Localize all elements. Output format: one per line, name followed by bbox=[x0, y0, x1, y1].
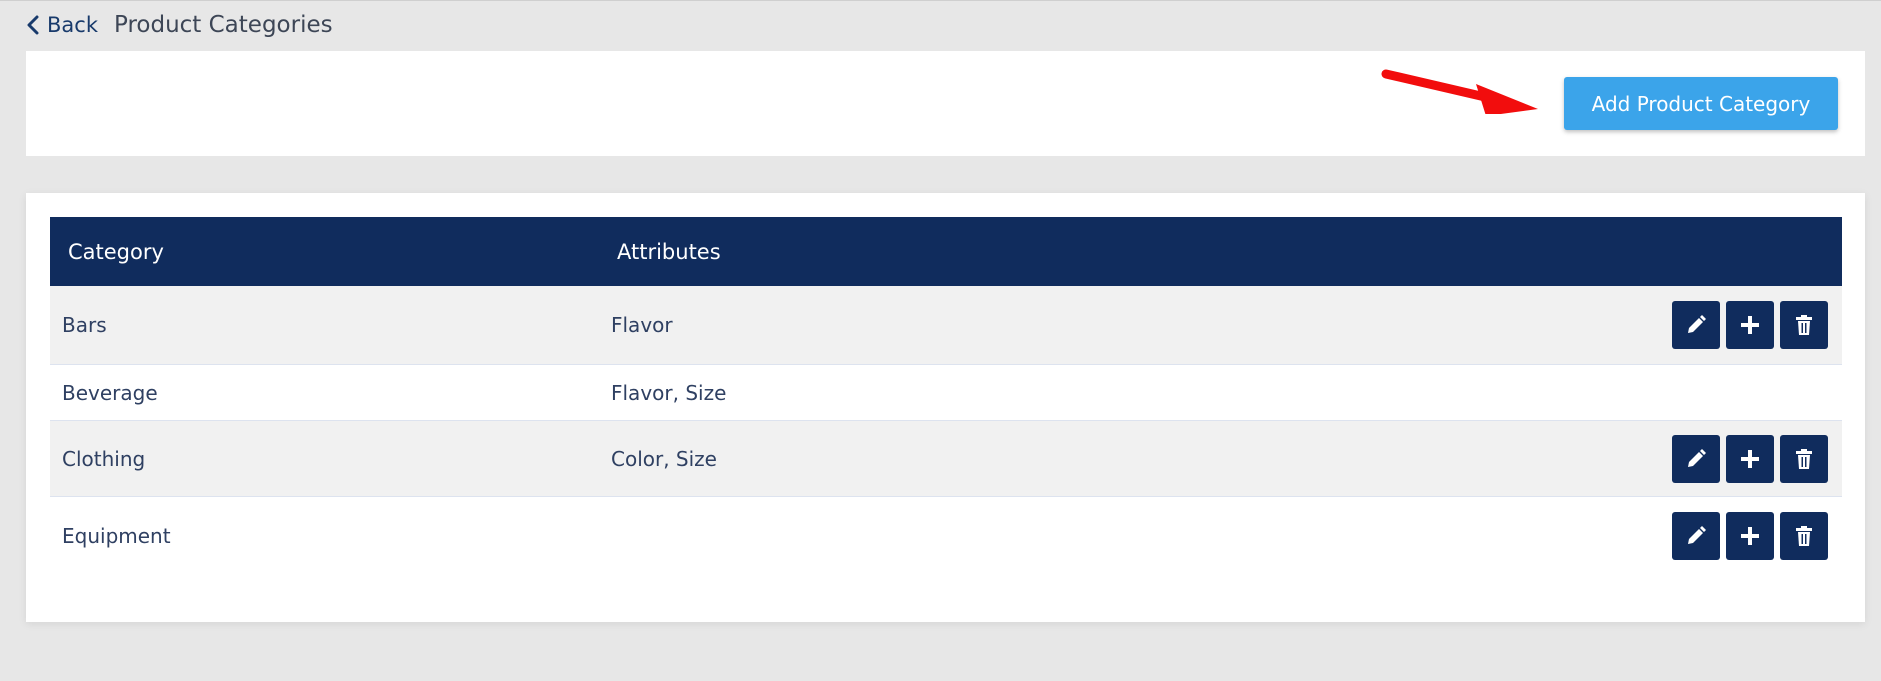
add-product-category-button[interactable]: Add Product Category bbox=[1564, 77, 1838, 130]
back-label: Back bbox=[47, 13, 98, 37]
category-cell: Equipment bbox=[62, 523, 171, 548]
edit-button[interactable] bbox=[1672, 511, 1720, 560]
categories-table: Category Attributes Bars Flavor Beverage… bbox=[50, 217, 1842, 574]
delete-button[interactable] bbox=[1780, 301, 1828, 349]
table-row: Beverage Flavor, Size bbox=[50, 365, 1842, 421]
trash-icon bbox=[1796, 525, 1812, 546]
category-cell: Beverage bbox=[62, 380, 158, 405]
pencil-icon bbox=[1688, 448, 1706, 467]
page-header: Back Product Categories bbox=[26, 10, 333, 40]
attributes-cell: Color, Size bbox=[611, 446, 717, 471]
category-cell: Bars bbox=[62, 313, 107, 337]
pencil-icon bbox=[1688, 315, 1706, 333]
add-attribute-button[interactable] bbox=[1726, 301, 1774, 349]
table-header: Category Attributes bbox=[50, 217, 1842, 286]
trash-icon bbox=[1796, 448, 1812, 469]
row-actions bbox=[1672, 434, 1828, 483]
table-card: Category Attributes Bars Flavor Beverage… bbox=[26, 193, 1865, 622]
edit-button[interactable] bbox=[1672, 434, 1720, 483]
red-arrow-icon bbox=[1381, 69, 1538, 114]
table-row: Equipment bbox=[50, 497, 1842, 574]
delete-button[interactable] bbox=[1780, 511, 1828, 560]
category-cell: Clothing bbox=[62, 446, 146, 471]
add-attribute-button[interactable] bbox=[1726, 434, 1774, 483]
plus-icon bbox=[1741, 449, 1759, 468]
pencil-icon bbox=[1688, 525, 1706, 544]
page-title: Product Categories bbox=[113, 12, 333, 38]
table-row: Bars Flavor bbox=[50, 286, 1842, 365]
attributes-cell: Flavor, Size bbox=[611, 380, 727, 405]
row-actions bbox=[1672, 301, 1828, 349]
plus-icon bbox=[1741, 316, 1759, 334]
row-actions bbox=[1672, 511, 1828, 560]
table-row: Clothing Color, Size bbox=[50, 421, 1842, 497]
add-attribute-button[interactable] bbox=[1726, 511, 1774, 560]
edit-button[interactable] bbox=[1672, 301, 1720, 349]
back-link[interactable]: Back bbox=[26, 13, 98, 37]
column-header-category: Category bbox=[68, 239, 164, 264]
top-border bbox=[0, 0, 1881, 1]
column-header-attributes: Attributes bbox=[617, 239, 721, 264]
attributes-cell: Flavor bbox=[611, 313, 673, 337]
chevron-left-icon bbox=[27, 15, 39, 35]
trash-icon bbox=[1796, 315, 1812, 335]
delete-button[interactable] bbox=[1780, 434, 1828, 483]
plus-icon bbox=[1741, 526, 1759, 545]
